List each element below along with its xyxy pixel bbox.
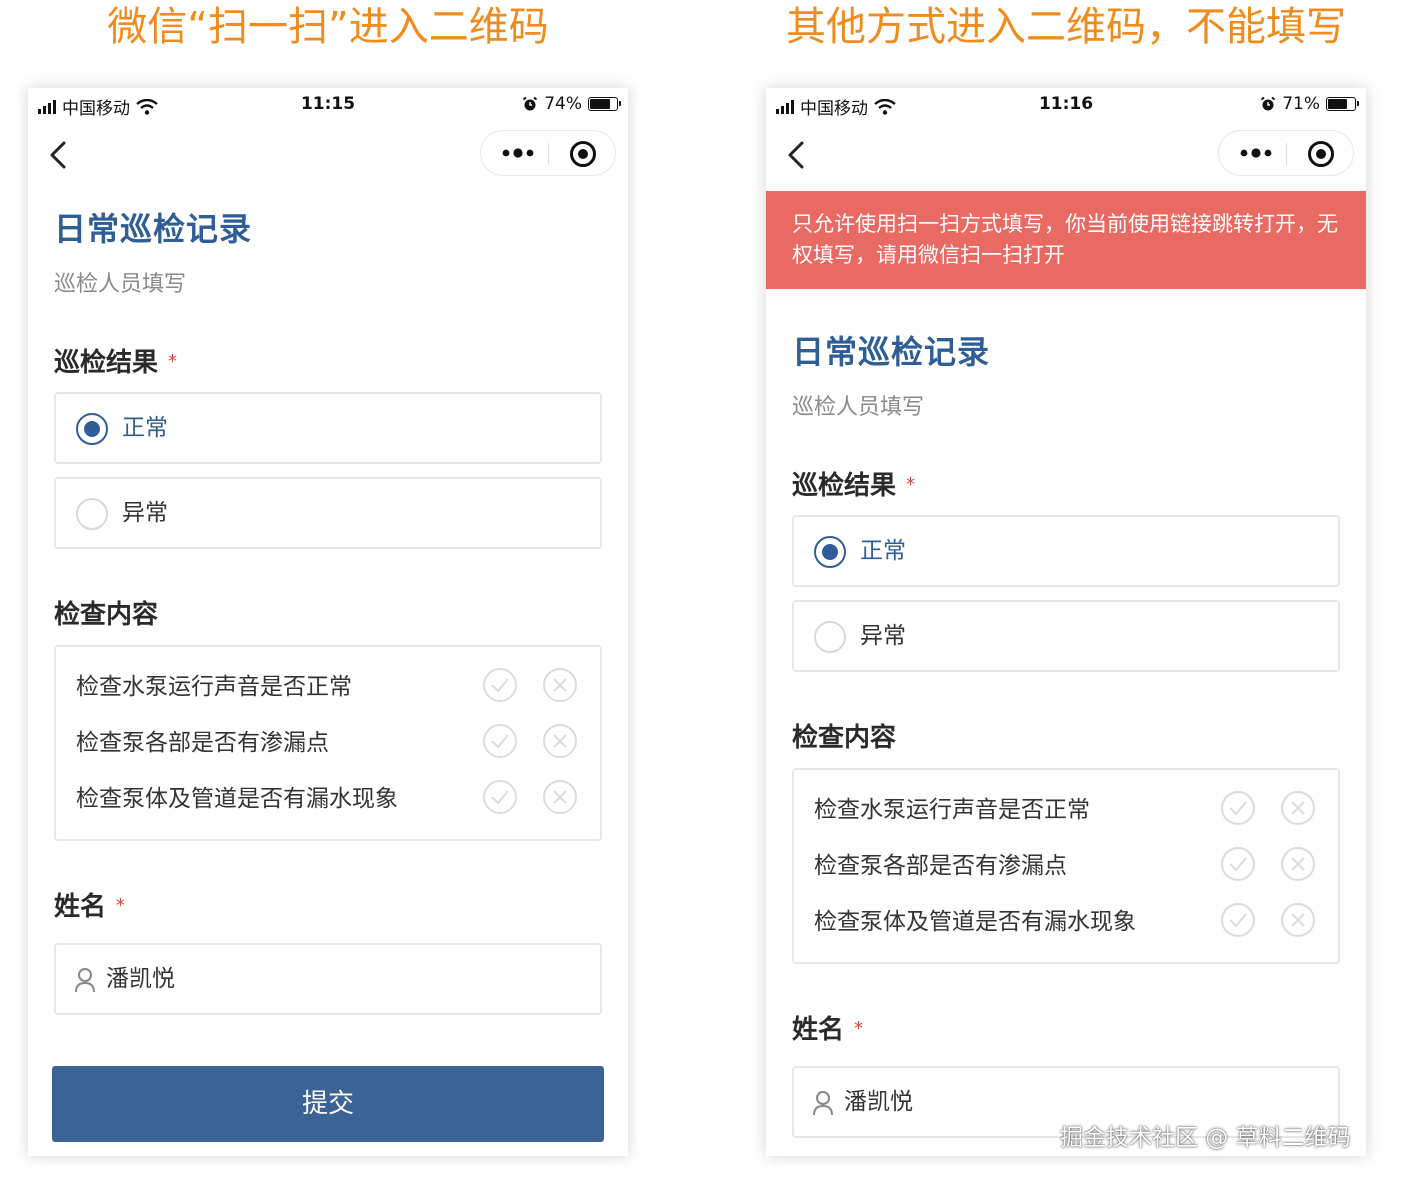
- watermark: 掘金技术社区 @ 草料二维码: [1060, 1125, 1351, 1151]
- cross-circle-icon[interactable]: [542, 667, 578, 703]
- radio-label: 正常: [860, 538, 906, 564]
- mini-program-capsule: [1218, 130, 1354, 176]
- check-item: 检查泵各部是否有渗漏点: [76, 730, 329, 756]
- field-label-check: 检查内容: [54, 600, 159, 630]
- battery-icon: [588, 97, 621, 111]
- field-label-result: 巡检结果 *: [54, 348, 178, 378]
- cross-circle-icon[interactable]: [1280, 846, 1316, 882]
- radio-checked-icon[interactable]: [814, 536, 846, 568]
- radio-unchecked-icon[interactable]: [814, 621, 846, 653]
- form-subtitle: 巡检人员填写: [792, 395, 925, 420]
- mini-program-navbar: [766, 128, 1366, 180]
- caption-right: 其他方式进入二维码，不能填写: [786, 4, 1346, 50]
- check-item: 检查泵体及管道是否有漏水现象: [814, 909, 1136, 935]
- check-item: 检查水泵运行声音是否正常: [814, 797, 1090, 823]
- check-circle-icon[interactable]: [482, 667, 518, 703]
- cross-circle-icon[interactable]: [1280, 902, 1316, 938]
- back-chevron-icon[interactable]: [784, 140, 810, 170]
- user-icon: [75, 968, 95, 993]
- phone-screen-left: 中国移动 11:15 74% 日常巡检记录 巡检人员填写 巡检结果 * 正常 异常…: [28, 88, 628, 1156]
- field-label-name: 姓名 *: [54, 892, 126, 922]
- required-mark: *: [116, 895, 126, 916]
- alarm-icon: [523, 96, 538, 111]
- field-label-result: 巡检结果 *: [792, 471, 916, 501]
- form-subtitle: 巡检人员填写: [54, 272, 187, 297]
- radio-label: 异常: [860, 623, 906, 649]
- form-title: 日常巡检记录: [792, 333, 991, 371]
- name-value: 潘凯悦: [106, 966, 175, 992]
- name-input[interactable]: 潘凯悦: [54, 943, 602, 1015]
- radio-option-abnormal[interactable]: 异常: [792, 600, 1340, 672]
- check-content-box: 检查水泵运行声音是否正常 检查泵各部是否有渗漏点 检查泵体及管道是否有漏水现象: [54, 645, 602, 841]
- check-circle-icon[interactable]: [1220, 902, 1256, 938]
- required-mark: *: [906, 474, 916, 495]
- alarm-icon: [1261, 96, 1276, 111]
- field-label-check: 检查内容: [792, 723, 897, 753]
- radio-label: 正常: [122, 415, 168, 441]
- check-item: 检查泵各部是否有渗漏点: [814, 853, 1067, 879]
- permission-alert-banner: 只允许使用扫一扫方式填写，你当前使用链接跳转打开，无权填写，请用微信扫一扫打开: [766, 191, 1366, 289]
- mini-program-capsule: [480, 130, 616, 176]
- cross-circle-icon[interactable]: [542, 723, 578, 759]
- check-circle-icon[interactable]: [1220, 790, 1256, 826]
- battery-percent: 71%: [1282, 94, 1320, 114]
- radio-checked-icon[interactable]: [76, 413, 108, 445]
- battery-icon: [1326, 97, 1359, 111]
- status-bar: 中国移动 11:16 71%: [766, 88, 1366, 122]
- mini-program-navbar: [28, 128, 628, 180]
- check-circle-icon[interactable]: [482, 779, 518, 815]
- close-mini-program-icon[interactable]: [1307, 140, 1335, 168]
- close-mini-program-icon[interactable]: [569, 140, 597, 168]
- check-content-box: 检查水泵运行声音是否正常 检查泵各部是否有渗漏点 检查泵体及管道是否有漏水现象: [792, 768, 1340, 964]
- radio-option-normal[interactable]: 正常: [54, 392, 602, 464]
- radio-label: 异常: [122, 500, 168, 526]
- name-value: 潘凯悦: [844, 1089, 913, 1115]
- cross-circle-icon[interactable]: [542, 779, 578, 815]
- phone-screen-right: 中国移动 11:16 71% 只允许使用扫一扫方式填写，你当前使用链接跳转打开，…: [766, 88, 1366, 1156]
- check-circle-icon[interactable]: [482, 723, 518, 759]
- battery-percent: 74%: [544, 94, 582, 114]
- field-label-name: 姓名 *: [792, 1015, 864, 1045]
- back-chevron-icon[interactable]: [46, 140, 72, 170]
- radio-option-normal[interactable]: 正常: [792, 515, 1340, 587]
- user-icon: [813, 1091, 833, 1116]
- required-mark: *: [168, 351, 178, 372]
- status-bar: 中国移动 11:15 74%: [28, 88, 628, 122]
- check-item: 检查水泵运行声音是否正常: [76, 674, 352, 700]
- radio-option-abnormal[interactable]: 异常: [54, 477, 602, 549]
- more-icon[interactable]: [501, 145, 535, 161]
- more-icon[interactable]: [1239, 145, 1273, 161]
- form-title: 日常巡检记录: [54, 210, 253, 248]
- check-circle-icon[interactable]: [1220, 846, 1256, 882]
- required-mark: *: [854, 1018, 864, 1039]
- submit-button[interactable]: 提交: [52, 1066, 604, 1142]
- cross-circle-icon[interactable]: [1280, 790, 1316, 826]
- caption-left: 微信“扫一扫”进入二维码: [107, 4, 549, 50]
- check-item: 检查泵体及管道是否有漏水现象: [76, 786, 398, 812]
- radio-unchecked-icon[interactable]: [76, 498, 108, 530]
